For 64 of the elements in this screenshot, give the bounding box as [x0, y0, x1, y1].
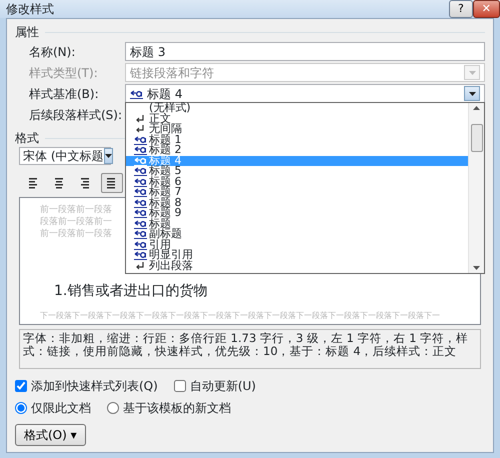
align-justify-icon	[107, 178, 117, 188]
checkbox-label: 自动更新(U)	[190, 378, 256, 395]
dropdown-item[interactable]: 无间隔	[126, 124, 468, 134]
style-description: 字体：非加粗，缩进：行距：多倍行距 1.73 字行，3 级，左 1 字符，右 1 字符，样式：链接，使用前隐藏，快速样式，优先级：10，基于：标题 4，后续样式：正文	[19, 329, 481, 369]
checkbox[interactable]	[15, 380, 27, 392]
dropdown-button[interactable]	[464, 86, 480, 101]
linked-style-icon	[134, 218, 147, 229]
name-field[interactable]: 标题 3	[125, 42, 485, 61]
group-heading: 属性	[15, 24, 39, 41]
sample-text: 1.销售或者进出口的货物	[54, 282, 208, 300]
help-button[interactable]: ?	[448, 0, 473, 18]
dropdown-item[interactable]: 副标题	[126, 229, 468, 240]
linked-style-icon	[134, 176, 147, 187]
scrollbar-thumb[interactable]	[470, 124, 482, 152]
linked-style-icon	[134, 229, 147, 240]
field-label: 名称(N):	[29, 44, 76, 60]
dropdown-button[interactable]	[104, 148, 112, 164]
style-combo[interactable]: 标题 4	[125, 84, 485, 103]
dropdown-item[interactable]: 明显引用	[126, 250, 468, 260]
linked-style-icon	[134, 166, 147, 176]
dropdown-item[interactable]: 标题 7	[126, 187, 468, 198]
caret-icon	[468, 92, 476, 96]
field-label: 后续段落样式(S):	[29, 106, 124, 124]
format-button[interactable]: 格式(O) ▾	[15, 424, 86, 446]
font-combo[interactable]: 宋体 (中文标题	[19, 147, 111, 165]
dropdown-item[interactable]: 标题 2	[126, 145, 468, 156]
align-left-icon	[29, 178, 39, 188]
align-center-icon	[55, 178, 65, 188]
linked-style-icon	[134, 156, 147, 166]
linked-style-icon	[130, 88, 143, 98]
dropdown-item[interactable]: 列出段落	[126, 260, 468, 271]
dropdown-item[interactable]: 引用	[126, 240, 468, 250]
scroll-up-icon	[473, 106, 480, 110]
dropdown-item[interactable]: 标题 8	[126, 198, 468, 208]
radio-label: 基于该模板的新文档	[123, 400, 231, 417]
linked-style-icon	[134, 187, 147, 198]
radio-button[interactable]	[107, 402, 119, 414]
caret-icon	[104, 154, 112, 158]
dropdown-item[interactable]: 标题 6	[126, 176, 468, 187]
radio-label: 仅限此文档	[31, 400, 91, 417]
field-label: 样式基准(B):	[29, 86, 100, 102]
linked-style-icon	[134, 145, 147, 156]
align-justify-button[interactable]	[101, 173, 123, 193]
field-label: 样式类型(T):	[29, 64, 99, 82]
dropdown-item[interactable]: 标题 5	[126, 166, 468, 176]
dropdown-item[interactable]: (无样式)	[126, 103, 468, 114]
linked-style-icon	[134, 250, 147, 260]
dropdown-item[interactable]: 标题 9	[126, 208, 468, 218]
dropdown-item[interactable]: 标题 1	[126, 134, 468, 145]
group-heading: 格式	[15, 130, 39, 147]
caret-icon	[468, 70, 476, 74]
linked-style-icon	[134, 208, 147, 218]
window-title: 修改样式	[6, 1, 54, 18]
linked-style-icon	[134, 134, 147, 145]
scroll-down-icon	[473, 266, 480, 270]
style-combo: 链接段落和字符	[125, 63, 485, 82]
linked-style-icon	[134, 240, 147, 250]
dropdown-item[interactable]: 标题	[126, 218, 468, 229]
radio-button[interactable]	[15, 402, 27, 414]
align-right-icon	[81, 178, 91, 188]
dropdown-item[interactable]: 正文	[126, 114, 468, 124]
checkbox-label: 添加到快速样式列表(Q)	[31, 378, 158, 395]
checkbox[interactable]	[174, 380, 186, 392]
linked-style-icon	[134, 198, 147, 208]
